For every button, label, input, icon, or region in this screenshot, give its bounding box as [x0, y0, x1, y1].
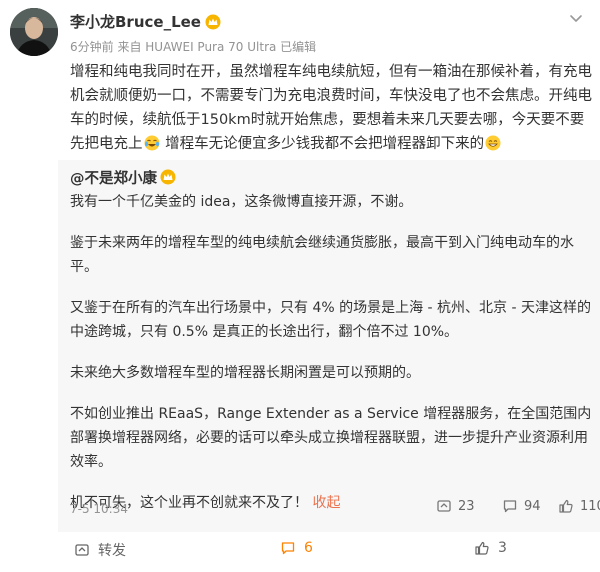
more-icon[interactable]	[566, 8, 586, 28]
avatar[interactable]	[10, 8, 58, 56]
author-name[interactable]: 李小龙Bruce_Lee	[70, 11, 201, 32]
repost-comment-count[interactable]: 94	[502, 498, 541, 514]
repost-icon	[75, 544, 89, 556]
repost-paragraph-4: 未来绝大多数增程车型的增程器长期闲置是可以预期的。	[70, 365, 420, 381]
action-bar: 转发 6 3	[0, 532, 600, 572]
vip-crown-icon	[205, 14, 221, 29]
repost-footer: 7-5 10:34 23 94 110	[70, 496, 600, 520]
post-text: 增程和纯电我同时在开，虽然增程车纯电续航短，但有一箱油在那候补着，有充电机会就顺…	[70, 60, 594, 156]
repost-button[interactable]: 转发	[74, 540, 126, 560]
repost-card: @不是郑小康 我有一个千亿美金的 idea，这条微博直接开源，不谢。 鉴于未来两…	[58, 160, 600, 532]
post-meta: 6分钟前 来自 HUAWEI Pura 70 Ultra 已编辑	[70, 40, 317, 54]
like-button[interactable]: 3	[474, 540, 507, 556]
repost-content: @不是郑小康 我有一个千亿美金的 idea，这条微博直接开源，不谢。 鉴于未来两…	[70, 164, 592, 515]
repost-paragraph-5: 不如创业推出 REaaS，Range Extender as a Service…	[70, 406, 592, 470]
repost-paragraph-2: 鉴于未来两年的增程车型的纯电续航会继续通货膨胀，最高干到入门纯电动车的水平。	[70, 235, 574, 275]
laugh-cry-emoji	[144, 135, 159, 151]
like-button-count: 3	[498, 540, 507, 556]
post-text-part2: 增程车无论便宜多少钱我都不会把增程器卸下来的	[160, 136, 485, 152]
repost-paragraph-1: 我有一个千亿美金的 idea，这条微博直接开源，不谢。	[70, 194, 413, 210]
post-header: 李小龙Bruce_Lee 6分钟前 来自 HUAWEI Pura 70 Ultr…	[0, 0, 600, 62]
like-count-text: 110	[580, 498, 600, 514]
comment-icon	[503, 500, 517, 513]
comment-button-count: 6	[304, 540, 313, 556]
vip-crown-icon	[160, 169, 176, 185]
repost-author-name[interactable]: @不是郑小康	[70, 167, 157, 188]
comment-icon	[281, 542, 295, 555]
repost-author-row: @不是郑小康	[70, 164, 592, 190]
avatar-image	[10, 8, 58, 56]
repost-time: 7-5 10:34	[70, 502, 128, 516]
like-icon	[559, 499, 573, 513]
comment-count-text: 94	[524, 498, 541, 514]
repost-count-text: 23	[458, 498, 475, 514]
grin-emoji	[485, 135, 501, 151]
comment-button[interactable]: 6	[280, 540, 313, 556]
author-name-row: 李小龙Bruce_Lee	[70, 11, 221, 32]
like-icon	[475, 541, 489, 555]
repost-repost-count[interactable]: 23	[436, 498, 475, 514]
repost-like-count[interactable]: 110	[558, 498, 600, 514]
repost-icon	[437, 500, 451, 512]
repost-button-label: 转发	[98, 543, 126, 559]
repost-paragraph-3: 又鉴于在所有的汽车出行场景中，只有 4% 的场景是上海 - 杭州、北京 - 天津…	[70, 300, 592, 340]
